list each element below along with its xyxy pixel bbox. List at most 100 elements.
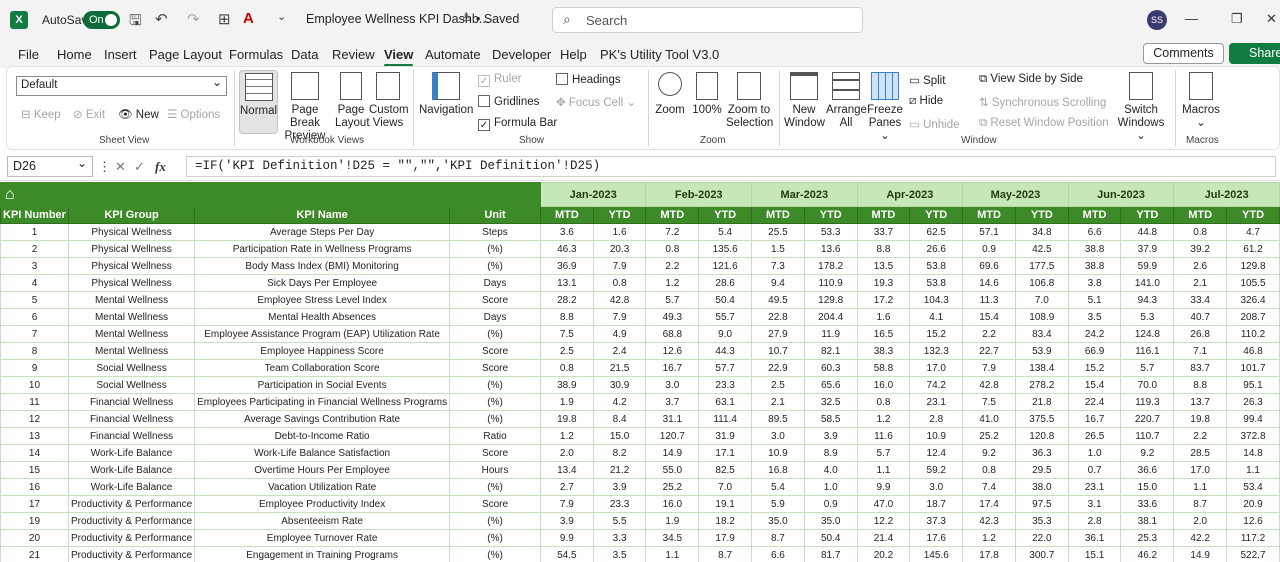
column-header-ytd[interactable]: YTD <box>803 206 858 224</box>
restore-icon[interactable]: ❐ <box>1231 11 1243 27</box>
value-cell[interactable]: 25.5 <box>751 223 805 241</box>
value-cell[interactable]: 5.4 <box>751 478 805 496</box>
kpi-group-cell[interactable]: Financial Wellness <box>67 393 196 411</box>
value-cell[interactable]: 42.2 <box>1173 529 1228 547</box>
value-cell[interactable]: 135.6 <box>698 240 753 258</box>
value-cell[interactable]: 23.3 <box>592 495 647 513</box>
value-cell[interactable]: 55.7 <box>698 308 753 326</box>
value-cell[interactable]: 29.5 <box>1014 461 1069 479</box>
value-cell[interactable]: 2.7 <box>539 478 594 496</box>
value-cell[interactable]: 17.4 <box>962 495 1016 513</box>
value-cell[interactable]: 7.4 <box>962 478 1016 496</box>
unit-cell[interactable]: (%) <box>449 529 541 547</box>
value-cell[interactable]: 15.2 <box>1067 359 1122 377</box>
value-cell[interactable]: 6.6 <box>1067 223 1122 241</box>
value-cell[interactable]: 220.7 <box>1120 410 1175 428</box>
kpi-number-cell[interactable]: 16 <box>0 478 69 496</box>
kpi-number-cell[interactable]: 8 <box>0 342 69 360</box>
month-header[interactable]: Feb-2023 <box>645 182 753 207</box>
kpi-number-cell[interactable]: 9 <box>0 359 69 377</box>
value-cell[interactable]: 13.1 <box>539 274 594 292</box>
value-cell[interactable]: 9.4 <box>751 274 805 292</box>
value-cell[interactable]: 105.5 <box>1226 274 1280 292</box>
value-cell[interactable]: 129.8 <box>803 291 858 309</box>
value-cell[interactable]: 12.2 <box>856 512 911 530</box>
kpi-group-cell[interactable]: Financial Wellness <box>67 427 196 445</box>
value-cell[interactable]: 74.2 <box>909 376 964 394</box>
value-cell[interactable]: 0.8 <box>645 240 700 258</box>
value-cell[interactable]: 38.3 <box>856 342 911 360</box>
value-cell[interactable]: 12.6 <box>645 342 700 360</box>
zoom-100-button[interactable]: 100% <box>692 70 722 117</box>
value-cell[interactable]: 0.8 <box>856 393 911 411</box>
kpi-number-cell[interactable]: 20 <box>0 529 69 547</box>
value-cell[interactable]: 59.9 <box>1120 257 1175 275</box>
value-cell[interactable]: 3.9 <box>803 427 858 445</box>
month-header[interactable]: Jul-2023 <box>1173 182 1280 207</box>
value-cell[interactable]: 10.9 <box>751 444 805 462</box>
value-cell[interactable]: 49.5 <box>751 291 805 309</box>
value-cell[interactable]: 9.9 <box>856 478 911 496</box>
value-cell[interactable]: 0.7 <box>1067 461 1122 479</box>
unit-cell[interactable]: Score <box>449 359 541 377</box>
value-cell[interactable]: 9.9 <box>539 529 594 547</box>
value-cell[interactable]: 13.4 <box>539 461 594 479</box>
page-break-preview-button[interactable]: Page Break Preview <box>279 70 331 143</box>
value-cell[interactable]: 7.5 <box>962 393 1016 411</box>
value-cell[interactable]: 81.7 <box>803 546 858 562</box>
value-cell[interactable]: 23.1 <box>909 393 964 411</box>
kpi-name-cell[interactable]: Employees Participating in Financial Wel… <box>194 393 451 411</box>
kpi-name-cell[interactable]: Mental Health Absences <box>194 308 451 326</box>
value-cell[interactable]: 22.9 <box>751 359 805 377</box>
value-cell[interactable]: 108.9 <box>1014 308 1069 326</box>
value-cell[interactable]: 5.4 <box>698 223 753 241</box>
unit-cell[interactable]: Ratio <box>449 427 541 445</box>
value-cell[interactable]: 5.7 <box>645 291 700 309</box>
value-cell[interactable]: 326.4 <box>1226 291 1280 309</box>
column-header-mtd[interactable]: MTD <box>962 206 1016 224</box>
value-cell[interactable]: 17.0 <box>1173 461 1228 479</box>
value-cell[interactable]: 46.8 <box>1226 342 1280 360</box>
value-cell[interactable]: 1.1 <box>1173 478 1228 496</box>
kpi-name-cell[interactable]: Engagement in Training Programs <box>194 546 451 562</box>
page-layout-view-button[interactable]: Page Layout <box>335 70 370 130</box>
unit-cell[interactable]: Days <box>449 308 541 326</box>
value-cell[interactable]: 50.4 <box>698 291 753 309</box>
value-cell[interactable]: 7.0 <box>698 478 753 496</box>
value-cell[interactable]: 17.0 <box>909 359 964 377</box>
value-cell[interactable]: 2.8 <box>1067 512 1122 530</box>
column-header-mtd[interactable]: MTD <box>856 206 911 224</box>
kpi-name-cell[interactable]: Participation in Social Events <box>194 376 451 394</box>
value-cell[interactable]: 129.8 <box>1226 257 1280 275</box>
kpi-name-cell[interactable]: Employee Productivity Index <box>194 495 451 513</box>
kpi-group-cell[interactable]: Work-Life Balance <box>67 444 196 462</box>
kpi-group-cell[interactable]: Productivity & Performance <box>67 512 196 530</box>
column-header[interactable]: KPI Group <box>67 206 196 224</box>
kpi-name-cell[interactable]: Sick Days Per Employee <box>194 274 451 292</box>
value-cell[interactable]: 110.2 <box>1226 325 1280 343</box>
value-cell[interactable]: 14.9 <box>645 444 700 462</box>
value-cell[interactable]: 116.1 <box>1120 342 1175 360</box>
value-cell[interactable]: 68.8 <box>645 325 700 343</box>
exit-button[interactable]: ⊘ Exit <box>73 107 105 121</box>
value-cell[interactable]: 0.8 <box>962 461 1016 479</box>
value-cell[interactable]: 47.0 <box>856 495 911 513</box>
value-cell[interactable]: 375.5 <box>1014 410 1069 428</box>
value-cell[interactable]: 110.7 <box>1120 427 1175 445</box>
value-cell[interactable]: 32.5 <box>803 393 858 411</box>
value-cell[interactable]: 35.0 <box>751 512 805 530</box>
value-cell[interactable]: 22.0 <box>1014 529 1069 547</box>
gridlines-checkbox[interactable]: Gridlines <box>478 95 539 108</box>
value-cell[interactable]: 0.9 <box>962 240 1016 258</box>
value-cell[interactable]: 38.8 <box>1067 257 1122 275</box>
value-cell[interactable]: 42.8 <box>592 291 647 309</box>
value-cell[interactable]: 3.9 <box>592 478 647 496</box>
value-cell[interactable]: 2.1 <box>751 393 805 411</box>
close-icon[interactable]: ✕ <box>1266 11 1277 27</box>
value-cell[interactable]: 37.9 <box>1120 240 1175 258</box>
value-cell[interactable]: 26.5 <box>1067 427 1122 445</box>
options-button[interactable]: ☰ Options <box>167 107 220 121</box>
value-cell[interactable]: 2.2 <box>962 325 1016 343</box>
value-cell[interactable]: 36.9 <box>539 257 594 275</box>
value-cell[interactable]: 101.7 <box>1226 359 1280 377</box>
